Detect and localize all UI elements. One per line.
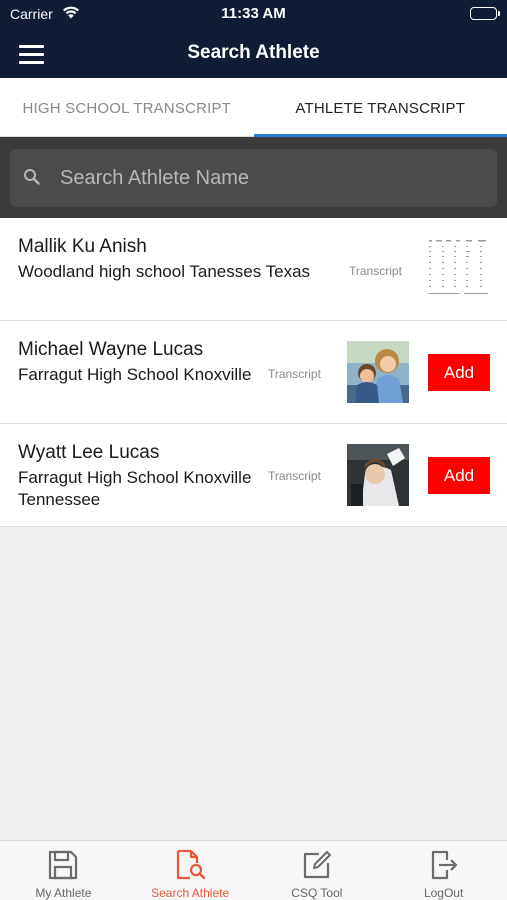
navigation-bar: Search Athlete <box>0 30 507 78</box>
transcript-tabs: HIGH SCHOOL TRANSCRIPT ATHLETE TRANSCRIP… <box>0 78 507 137</box>
athlete-row[interactable]: Wyatt Lee Lucas Farragut High School Kno… <box>0 424 507 527</box>
athlete-row[interactable]: Michael Wayne Lucas Farragut High School… <box>0 321 507 424</box>
tab-logout[interactable]: LogOut <box>380 841 507 900</box>
tab-label: LogOut <box>423 886 464 900</box>
transcript-document-thumbnail[interactable] <box>428 238 490 300</box>
tab-label: CSQ Tool <box>291 886 343 900</box>
status-bar: Carrier 11:33 AM <box>0 0 507 30</box>
athlete-school: Woodland high school Tanesses Texas <box>18 262 311 281</box>
search-icon <box>23 168 41 191</box>
athlete-list: Mallik Ku Anish Woodland high school Tan… <box>0 218 507 527</box>
battery-icon <box>470 7 500 20</box>
search-input[interactable] <box>60 158 480 198</box>
tab-athlete-transcript[interactable]: ATHLETE TRANSCRIPT <box>253 78 507 137</box>
tab-search-athlete[interactable]: Search Athlete <box>127 841 254 900</box>
logout-icon <box>428 849 460 886</box>
document-search-icon <box>174 849 206 886</box>
save-disk-icon <box>47 849 79 886</box>
tab-label: My Athlete <box>35 886 92 900</box>
search-box <box>10 149 497 207</box>
athlete-photo-thumbnail[interactable] <box>347 444 409 506</box>
tab-my-athlete[interactable]: My Athlete <box>0 841 127 900</box>
bottom-tab-bar: My Athlete Search Athlete CSQ Tool LogOu… <box>0 840 507 900</box>
edit-pencil-icon <box>301 849 333 886</box>
add-athlete-button[interactable]: Add <box>428 457 490 494</box>
tab-csq-tool[interactable]: CSQ Tool <box>254 841 381 900</box>
add-athlete-button[interactable]: Add <box>428 354 490 391</box>
athlete-row[interactable]: Mallik Ku Anish Woodland high school Tan… <box>0 218 507 321</box>
transcript-label[interactable]: Transcript <box>268 469 321 483</box>
children-photo-thumbnail[interactable] <box>347 341 409 403</box>
tab-high-school-transcript[interactable]: HIGH SCHOOL TRANSCRIPT <box>0 78 254 136</box>
transcript-label[interactable]: Transcript <box>349 264 402 278</box>
athlete-name: Wyatt Lee Lucas <box>18 442 160 463</box>
status-time: 11:33 AM <box>221 5 286 22</box>
athlete-name: Michael Wayne Lucas <box>18 339 204 360</box>
page-title: Search Athlete <box>187 42 320 63</box>
tab-label: Search Athlete <box>151 886 230 900</box>
transcript-label[interactable]: Transcript <box>268 367 321 381</box>
athlete-name: Mallik Ku Anish <box>18 236 147 257</box>
search-bar-container <box>0 137 507 218</box>
